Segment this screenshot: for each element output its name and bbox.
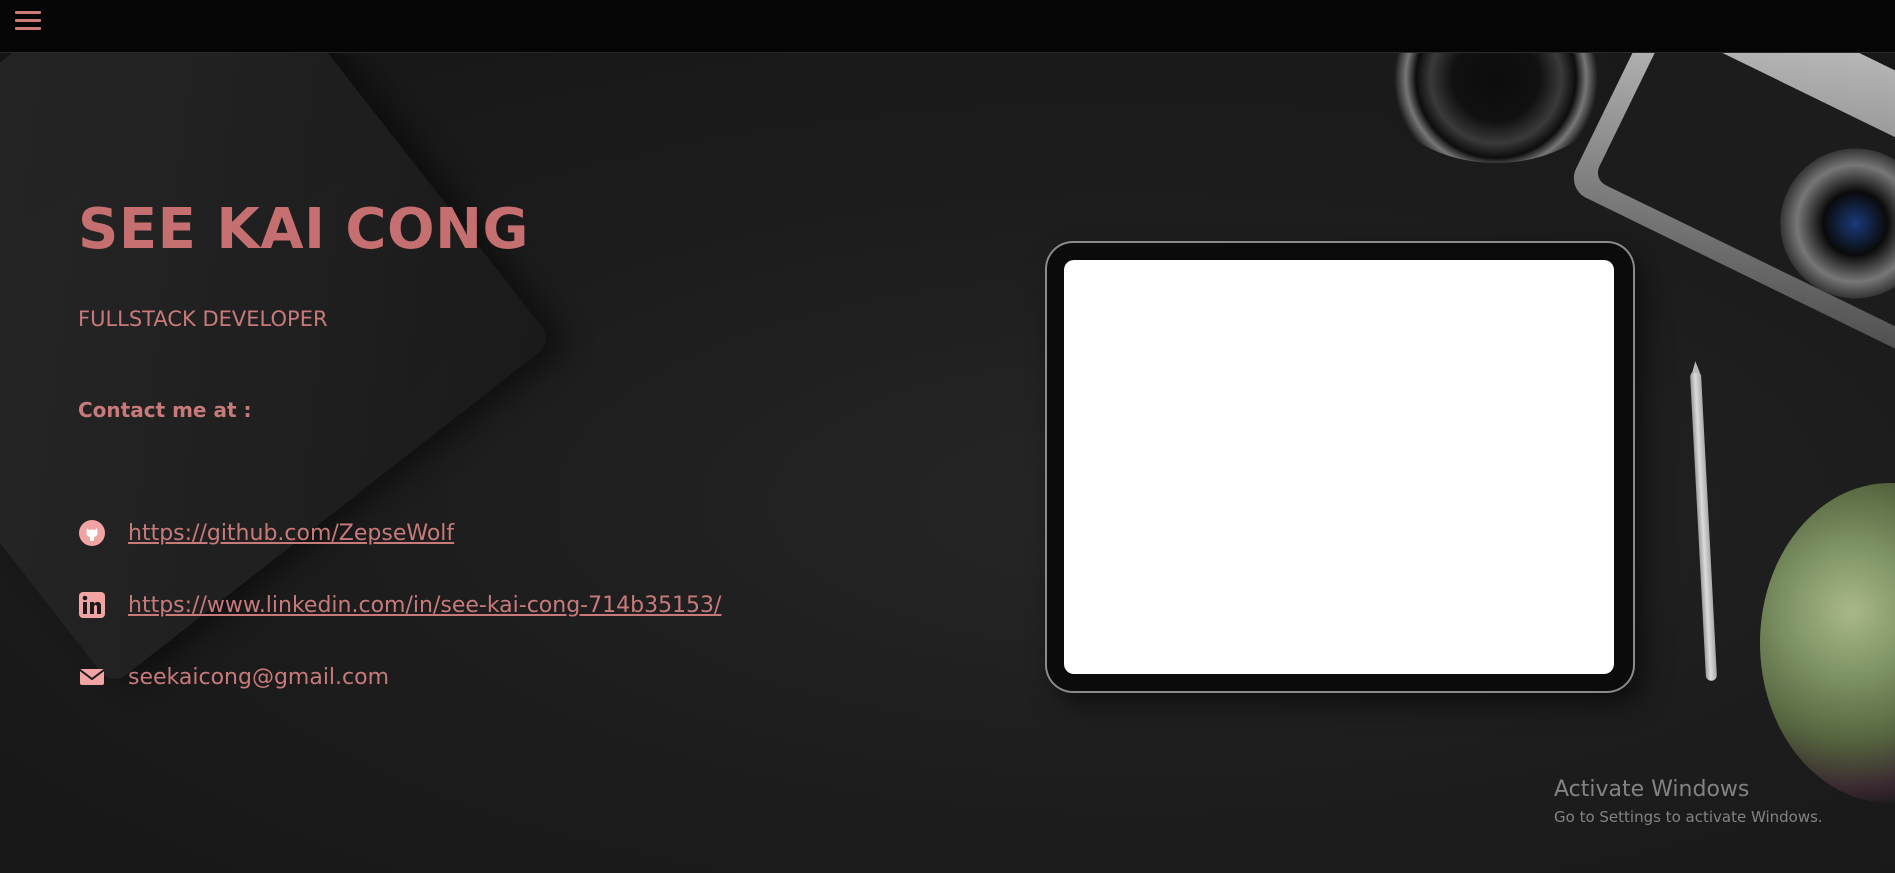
page-title: SEE KAI CONG: [78, 197, 529, 262]
top-navigation-bar: [0, 0, 1895, 53]
lens-decoration: [1378, 53, 1614, 163]
github-link[interactable]: https://github.com/ZepseWolf: [128, 521, 454, 546]
contact-heading: Contact me at :: [78, 398, 252, 422]
hamburger-menu-icon[interactable]: [15, 9, 45, 35]
pencil-decoration: [1689, 370, 1718, 682]
windows-activation-watermark: Activate Windows Go to Settings to activ…: [1554, 777, 1823, 826]
job-title: FULLSTACK DEVELOPER: [78, 307, 328, 331]
watermark-title: Activate Windows: [1554, 777, 1750, 802]
tablet-decoration: [1047, 243, 1633, 691]
tablet-screen: [1064, 260, 1614, 674]
hero-section: [0, 53, 1895, 873]
contact-linkedin-row: https://www.linkedin.com/in/see-kai-cong…: [78, 590, 721, 620]
github-icon: [78, 519, 106, 547]
plant-decoration: [1760, 483, 1895, 803]
mail-icon: [78, 663, 106, 691]
contact-github-row: https://github.com/ZepseWolf: [78, 518, 454, 548]
contact-email-row: seekaicong@gmail.com: [78, 662, 389, 692]
linkedin-icon: [78, 591, 106, 619]
watermark-subtitle: Go to Settings to activate Windows.: [1554, 808, 1823, 826]
linkedin-link[interactable]: https://www.linkedin.com/in/see-kai-cong…: [128, 593, 721, 618]
email-address: seekaicong@gmail.com: [128, 664, 390, 690]
